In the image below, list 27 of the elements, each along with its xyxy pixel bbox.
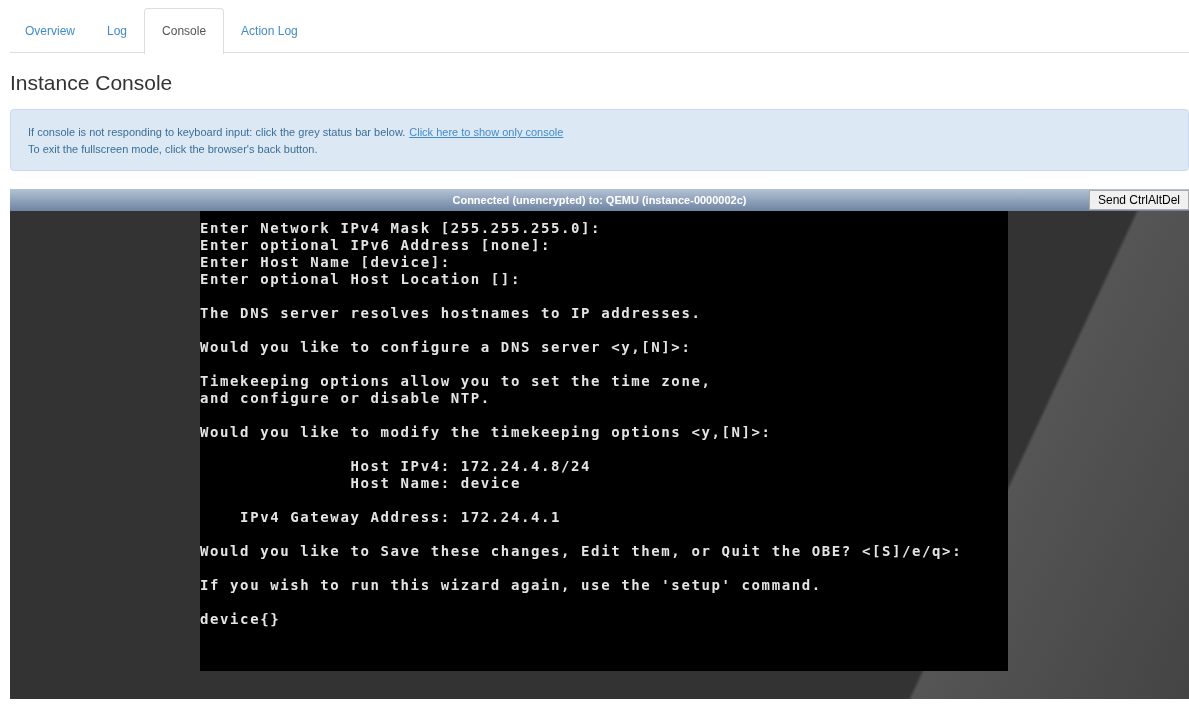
terminal-line: If you wish to run this wizard again, use the 'setup' command.: [200, 577, 823, 594]
terminal-line: device{}: [200, 611, 282, 628]
connection-status: Connected (unencrypted) to: QEMU (instance-0000002c): [452, 194, 747, 206]
terminal-line: Enter Host Name [device]:: [200, 254, 452, 271]
info-text: If console is not responding to keyboard input: click the grey status bar below.: [28, 126, 406, 138]
tab[interactable]: Log: [92, 8, 143, 52]
terminal-line: and configure or disable NTP.: [200, 390, 492, 407]
terminal-line: Timekeeping options allow you to set the time zone,: [200, 373, 713, 390]
terminal-line: Host Name: device: [349, 475, 522, 492]
terminal-line: Enter Network IPv4 Mask [255.255.255.0]:: [200, 220, 603, 237]
page-heading: Instance Console: [10, 71, 174, 95]
tab[interactable]: Overview: [10, 8, 90, 52]
terminal-line: The DNS server resolves hostnames to IP addresses.: [200, 305, 703, 322]
status-bar[interactable]: Connected (unencrypted) to: QEMU (instance-0000002c) Send CtrlAltDel: [10, 189, 1189, 211]
terminal-line: Would you like to Save these changes, Edit them, or Quit the OBE? <[S]/e/q>:: [200, 543, 964, 560]
tab[interactable]: Action Log: [226, 8, 313, 52]
terminal-line: Would you like to configure a DNS server <y,[N]>:: [200, 339, 693, 356]
terminal-line: Would you like to modify the timekeeping options <y,[N]>:: [200, 424, 773, 441]
terminal-line: Enter optional IPv6 Address [none]:: [200, 237, 552, 254]
terminal-line: IPv4 Gateway Address: 172.24.4.1: [239, 509, 563, 526]
tab[interactable]: Console: [144, 8, 225, 54]
console-only-link[interactable]: Click here to show only console: [409, 126, 564, 138]
send-ctrl-alt-del-button[interactable]: Send CtrlAltDel: [1088, 190, 1189, 210]
terminal-line: Enter optional Host Location []:: [200, 271, 522, 288]
info-text: To exit the fullscreen mode, click the browser's back button.: [28, 142, 319, 157]
terminal-screen[interactable]: [200, 211, 1008, 671]
terminal-line: Host IPv4: 172.24.4.8/24: [349, 458, 593, 475]
